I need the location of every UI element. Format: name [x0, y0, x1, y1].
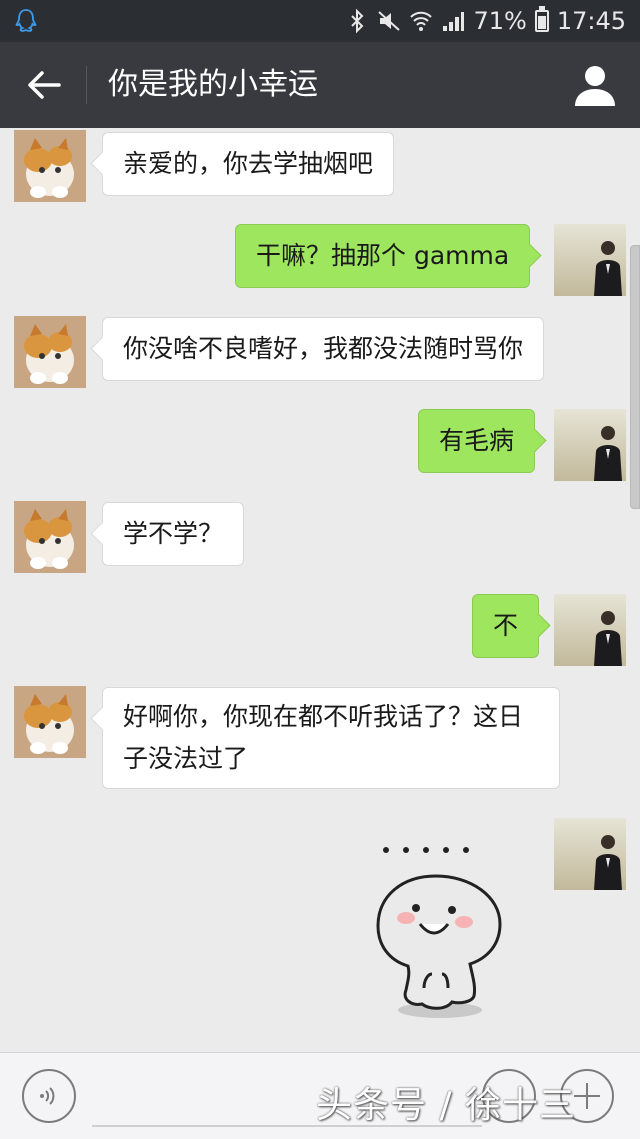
message-bubble-sent[interactable]: 干嘛？抽那个 gamma: [235, 224, 531, 288]
mute-icon: [378, 11, 401, 31]
contact-avatar[interactable]: [14, 501, 86, 573]
contact-avatar[interactable]: [14, 686, 86, 758]
message-bubble-received[interactable]: 亲爱的，你去学抽烟吧: [102, 132, 395, 196]
back-arrow-icon: [28, 71, 61, 99]
voice-button[interactable]: [22, 1069, 76, 1123]
chat-title: 你是我的小幸运: [108, 67, 318, 102]
header-divider: [86, 66, 87, 104]
message-bubble-received[interactable]: 你没啥不良嗜好，我都没法随时骂你: [102, 317, 545, 381]
my-avatar[interactable]: [554, 409, 626, 481]
watermark: 头条号 / 徐十三: [316, 1085, 577, 1126]
battery-icon: [534, 6, 549, 32]
message-bubble-received[interactable]: 好啊你，你现在都不听我话了？这日子没法过了: [102, 687, 560, 789]
chat-scrollbar[interactable]: [630, 245, 640, 509]
my-avatar[interactable]: [554, 818, 626, 890]
wifi-icon: [410, 11, 433, 31]
contact-avatar[interactable]: [14, 316, 86, 388]
back-button[interactable]: [18, 60, 70, 110]
my-avatar[interactable]: [554, 224, 626, 296]
my-avatar[interactable]: [554, 594, 626, 666]
status-bar: 71% 17:45: [0, 0, 640, 42]
battery-percent: 71%: [473, 7, 527, 35]
ellipsis-dots-blob-sticker[interactable]: [368, 838, 518, 1023]
chat-header: 你是我的小幸运: [0, 42, 640, 128]
profile-icon[interactable]: [572, 62, 618, 108]
message-bubble-sent[interactable]: 有毛病: [418, 409, 536, 473]
message-bubble-sent[interactable]: 不: [472, 594, 540, 658]
signal-icon: [443, 12, 465, 31]
qq-icon: [15, 9, 37, 32]
clock: 17:45: [556, 7, 626, 35]
contact-avatar[interactable]: [14, 130, 86, 202]
voice-icon: [40, 1087, 55, 1105]
message-bubble-received[interactable]: 学不学？: [102, 502, 245, 566]
bluetooth-icon: [351, 8, 364, 34]
